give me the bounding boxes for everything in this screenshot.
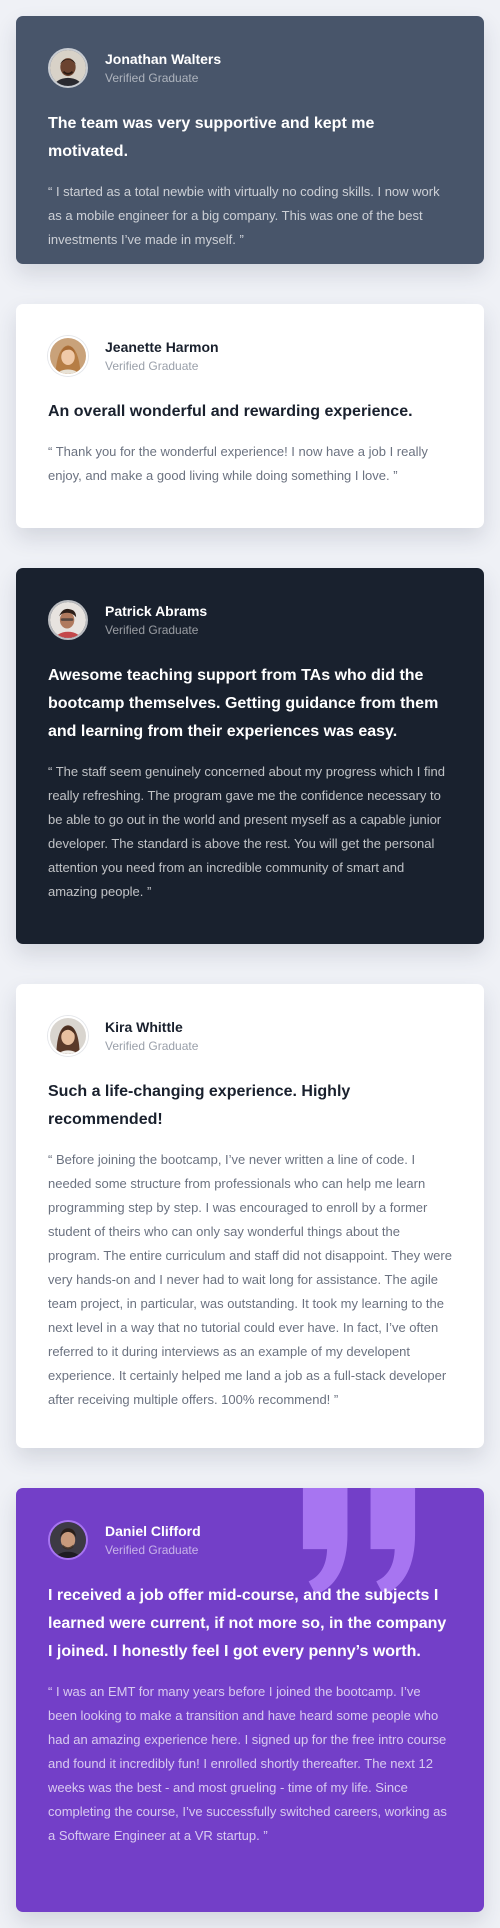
author-status: Verified Graduate — [105, 622, 199, 637]
author-name: Daniel Clifford — [105, 1522, 201, 1539]
testimonial-author: Kira Whittle Verified Graduate — [48, 1016, 452, 1056]
testimonial-headline: I received a job offer mid-course, and t… — [48, 1587, 447, 1660]
testimonial-quote: “ I was an EMT for many years before I j… — [48, 1684, 447, 1843]
author-status: Verified Graduate — [105, 70, 199, 85]
author-status: Verified Graduate — [105, 1038, 199, 1053]
testimonial-author: Patrick Abrams Verified Graduate — [48, 600, 452, 640]
avatar — [48, 336, 88, 376]
testimonial-quote: “ I started as a total newbie with virtu… — [48, 184, 440, 247]
testimonial-author: Daniel Clifford Verified Graduate — [48, 1520, 452, 1560]
testimonial-quote: “ Before joining the bootcamp, I’ve neve… — [48, 1152, 452, 1407]
testimonials-page: Jonathan Walters Verified Graduate The t… — [0, 0, 500, 1928]
testimonial-headline: An overall wonderful and rewarding exper… — [48, 403, 413, 420]
testimonial-headline: Awesome teaching support from TAs who di… — [48, 667, 439, 740]
testimonial-author: Jeanette Harmon Verified Graduate — [48, 336, 452, 376]
author-status: Verified Graduate — [105, 358, 199, 373]
author-name: Jeanette Harmon — [105, 338, 219, 355]
author-name: Patrick Abrams — [105, 602, 208, 619]
author-name: Kira Whittle — [105, 1018, 183, 1035]
testimonial-card-kira: Kira Whittle Verified Graduate Such a li… — [16, 984, 484, 1448]
testimonial-headline: Such a life-changing experience. Highly … — [48, 1083, 351, 1128]
avatar — [48, 600, 88, 640]
testimonial-card-jeanette: Jeanette Harmon Verified Graduate An ove… — [16, 304, 484, 528]
testimonial-card-jonathan: Jonathan Walters Verified Graduate The t… — [16, 16, 484, 264]
testimonial-quote: “ Thank you for the wonderful experience… — [48, 444, 428, 483]
testimonial-card-daniel: Daniel Clifford Verified Graduate I rece… — [16, 1488, 484, 1912]
testimonial-headline: The team was very supportive and kept me… — [48, 115, 375, 160]
avatar — [48, 48, 88, 88]
testimonial-author: Jonathan Walters Verified Graduate — [48, 48, 452, 88]
author-name: Jonathan Walters — [105, 50, 222, 67]
avatar — [48, 1016, 88, 1056]
author-status: Verified Graduate — [105, 1542, 199, 1557]
testimonial-card-patrick: Patrick Abrams Verified Graduate Awesome… — [16, 568, 484, 944]
avatar — [48, 1520, 88, 1560]
testimonial-quote: “ The staff seem genuinely concerned abo… — [48, 764, 445, 899]
